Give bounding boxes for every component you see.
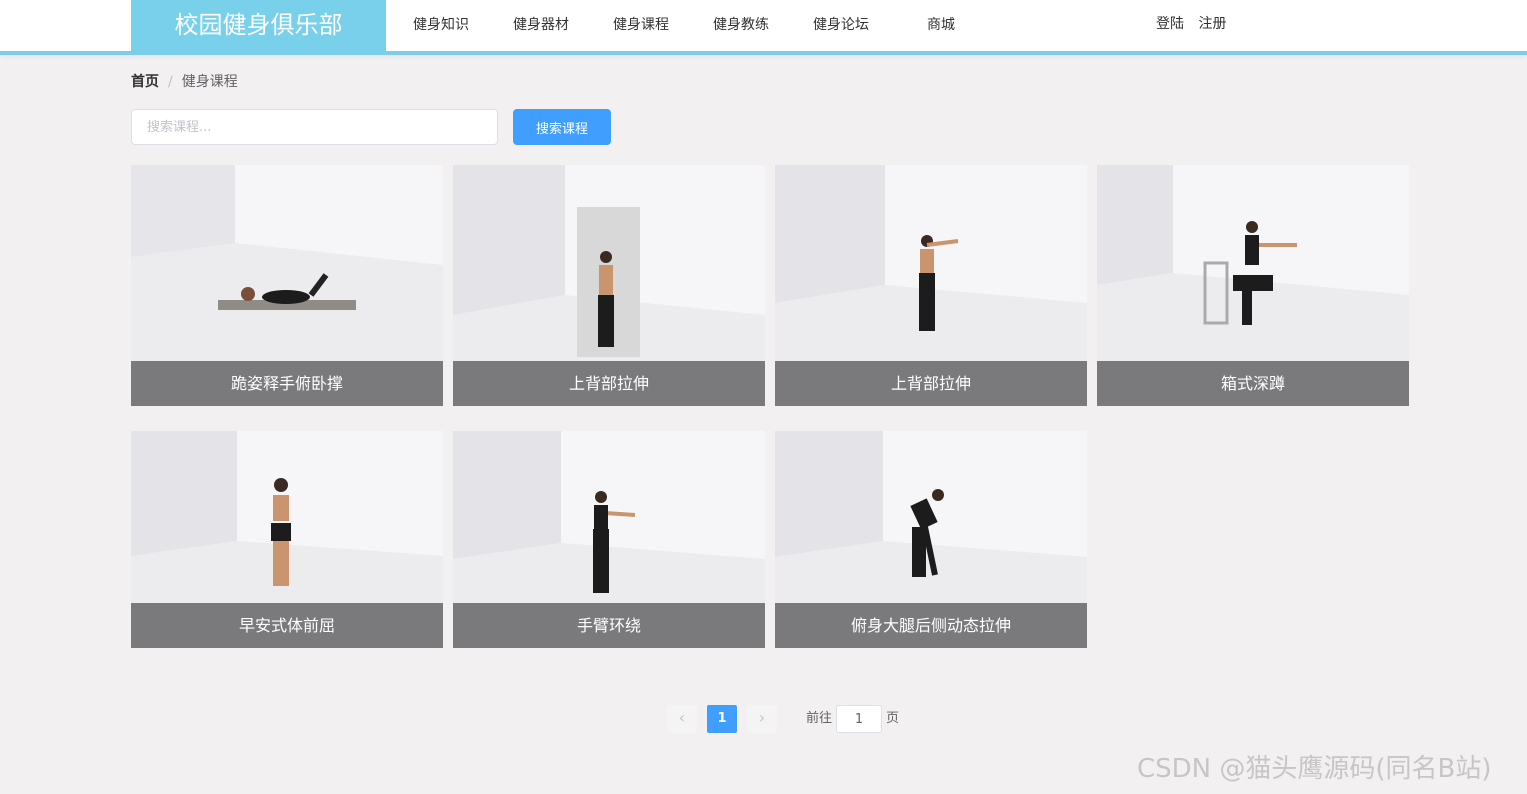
next-page-button[interactable]: › (747, 705, 777, 733)
page-number-current[interactable]: 1 (707, 705, 737, 733)
search-courses-button[interactable]: 搜索课程 (513, 109, 611, 145)
course-title: 上背部拉伸 (453, 361, 765, 406)
course-title: 箱式深蹲 (1097, 361, 1409, 406)
course-title: 早安式体前屈 (131, 603, 443, 648)
goto-label: 前往 (806, 711, 833, 726)
course-title: 手臂环绕 (453, 603, 765, 648)
watermark-text: CSDN @猫头鹰源码(同名B站) (1137, 754, 1492, 784)
course-card[interactable]: 跪姿释手俯卧撑 (131, 165, 443, 406)
nav-fitness-forum[interactable]: 健身论坛 (813, 0, 869, 51)
nav-fitness-coaches[interactable]: 健身教练 (713, 0, 769, 51)
nav-fitness-equipment[interactable]: 健身器材 (513, 0, 569, 51)
prev-page-button[interactable]: ‹ (667, 705, 697, 733)
course-card[interactable]: 上背部拉伸 (775, 165, 1087, 406)
register-link[interactable]: 注册 (1198, 16, 1226, 32)
course-title: 跪姿释手俯卧撑 (131, 361, 443, 406)
course-card[interactable]: 早安式体前屈 (131, 431, 443, 648)
site-logo[interactable]: 校园健身俱乐部 (131, 0, 386, 51)
goto-suffix: 页 (886, 711, 900, 726)
course-card[interactable]: 上背部拉伸 (453, 165, 765, 406)
course-title: 俯身大腿后侧动态拉伸 (775, 603, 1087, 648)
course-card[interactable]: 手臂环绕 (453, 431, 765, 648)
goto-page-input[interactable] (836, 705, 882, 733)
nav-fitness-knowledge[interactable]: 健身知识 (413, 0, 469, 51)
course-card[interactable]: 箱式深蹲 (1097, 165, 1409, 406)
top-navbar: 校园健身俱乐部 健身知识 健身器材 健身课程 健身教练 健身论坛 商城 登陆 注… (0, 0, 1527, 55)
course-card[interactable]: 俯身大腿后侧动态拉伸 (775, 431, 1087, 648)
auth-links: 登陆 注册 (1156, 0, 1236, 51)
course-title: 上背部拉伸 (775, 361, 1087, 406)
nav-shop[interactable]: 商城 (927, 0, 955, 51)
nav-fitness-courses[interactable]: 健身课程 (613, 0, 669, 51)
login-link[interactable]: 登陆 (1156, 16, 1184, 32)
breadcrumb-separator: / (168, 74, 173, 90)
breadcrumb: 首页 / 健身课程 (131, 72, 238, 92)
breadcrumb-current: 健身课程 (181, 74, 238, 90)
breadcrumb-home[interactable]: 首页 (131, 74, 159, 90)
course-search-input[interactable] (131, 109, 498, 145)
